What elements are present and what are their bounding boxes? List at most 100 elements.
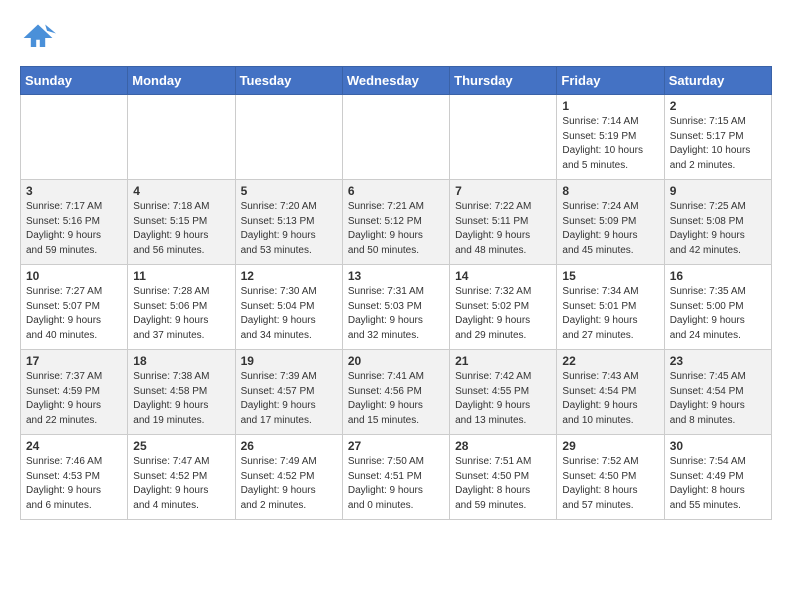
calendar-cell: 4 Sunrise: 7:18 AM Sunset: 5:15 PM Daylig… xyxy=(128,180,235,265)
day-info: Sunrise: 7:21 AM Sunset: 5:12 PM Dayligh… xyxy=(348,200,444,258)
day-info: Sunrise: 7:42 AM Sunset: 4:55 PM Dayligh… xyxy=(455,370,551,428)
day-info: Sunrise: 7:24 AM Sunset: 5:09 PM Dayligh… xyxy=(562,200,658,258)
day-number: 15 xyxy=(562,269,658,283)
day-number: 2 xyxy=(670,99,766,113)
calendar-cell: 9 Sunrise: 7:25 AM Sunset: 5:08 PM Daylig… xyxy=(664,180,771,265)
calendar-cell: 1 Sunrise: 7:14 AM Sunset: 5:19 PM Daylig… xyxy=(557,95,664,180)
day-number: 27 xyxy=(348,439,444,453)
day-info: Sunrise: 7:25 AM Sunset: 5:08 PM Dayligh… xyxy=(670,200,766,258)
calendar-cell: 24 Sunrise: 7:46 AM Sunset: 4:53 PM Dayli… xyxy=(21,435,128,520)
day-number: 14 xyxy=(455,269,551,283)
day-info: Sunrise: 7:38 AM Sunset: 4:58 PM Dayligh… xyxy=(133,370,229,428)
day-info: Sunrise: 7:27 AM Sunset: 5:07 PM Dayligh… xyxy=(26,285,122,343)
day-info: Sunrise: 7:37 AM Sunset: 4:59 PM Dayligh… xyxy=(26,370,122,428)
col-header-wednesday: Wednesday xyxy=(342,67,449,95)
calendar-cell: 27 Sunrise: 7:50 AM Sunset: 4:51 PM Dayli… xyxy=(342,435,449,520)
calendar-cell xyxy=(128,95,235,180)
col-header-monday: Monday xyxy=(128,67,235,95)
logo xyxy=(20,20,62,56)
day-number: 21 xyxy=(455,354,551,368)
day-info: Sunrise: 7:35 AM Sunset: 5:00 PM Dayligh… xyxy=(670,285,766,343)
col-header-saturday: Saturday xyxy=(664,67,771,95)
day-number: 10 xyxy=(26,269,122,283)
day-info: Sunrise: 7:17 AM Sunset: 5:16 PM Dayligh… xyxy=(26,200,122,258)
calendar-cell: 15 Sunrise: 7:34 AM Sunset: 5:01 PM Dayli… xyxy=(557,265,664,350)
calendar-cell: 16 Sunrise: 7:35 AM Sunset: 5:00 PM Dayli… xyxy=(664,265,771,350)
calendar-cell: 29 Sunrise: 7:52 AM Sunset: 4:50 PM Dayli… xyxy=(557,435,664,520)
calendar-table: SundayMondayTuesdayWednesdayThursdayFrid… xyxy=(20,66,772,520)
day-info: Sunrise: 7:18 AM Sunset: 5:15 PM Dayligh… xyxy=(133,200,229,258)
day-info: Sunrise: 7:32 AM Sunset: 5:02 PM Dayligh… xyxy=(455,285,551,343)
day-info: Sunrise: 7:20 AM Sunset: 5:13 PM Dayligh… xyxy=(241,200,337,258)
day-number: 4 xyxy=(133,184,229,198)
col-header-friday: Friday xyxy=(557,67,664,95)
day-info: Sunrise: 7:30 AM Sunset: 5:04 PM Dayligh… xyxy=(241,285,337,343)
day-number: 29 xyxy=(562,439,658,453)
day-number: 3 xyxy=(26,184,122,198)
day-info: Sunrise: 7:43 AM Sunset: 4:54 PM Dayligh… xyxy=(562,370,658,428)
logo-icon xyxy=(20,20,56,56)
day-info: Sunrise: 7:41 AM Sunset: 4:56 PM Dayligh… xyxy=(348,370,444,428)
calendar-cell: 10 Sunrise: 7:27 AM Sunset: 5:07 PM Dayli… xyxy=(21,265,128,350)
day-number: 25 xyxy=(133,439,229,453)
calendar-cell: 21 Sunrise: 7:42 AM Sunset: 4:55 PM Dayli… xyxy=(450,350,557,435)
day-info: Sunrise: 7:39 AM Sunset: 4:57 PM Dayligh… xyxy=(241,370,337,428)
calendar-cell: 19 Sunrise: 7:39 AM Sunset: 4:57 PM Dayli… xyxy=(235,350,342,435)
day-number: 30 xyxy=(670,439,766,453)
calendar-cell: 13 Sunrise: 7:31 AM Sunset: 5:03 PM Dayli… xyxy=(342,265,449,350)
calendar-cell: 12 Sunrise: 7:30 AM Sunset: 5:04 PM Dayli… xyxy=(235,265,342,350)
day-number: 11 xyxy=(133,269,229,283)
day-number: 7 xyxy=(455,184,551,198)
calendar-cell: 30 Sunrise: 7:54 AM Sunset: 4:49 PM Dayli… xyxy=(664,435,771,520)
day-info: Sunrise: 7:45 AM Sunset: 4:54 PM Dayligh… xyxy=(670,370,766,428)
day-info: Sunrise: 7:52 AM Sunset: 4:50 PM Dayligh… xyxy=(562,455,658,513)
calendar-cell: 3 Sunrise: 7:17 AM Sunset: 5:16 PM Daylig… xyxy=(21,180,128,265)
calendar-cell: 20Sunrise: 7:41 AM Sunset: 4:56 PM Dayli… xyxy=(342,350,449,435)
col-header-thursday: Thursday xyxy=(450,67,557,95)
col-header-sunday: Sunday xyxy=(21,67,128,95)
day-info: Sunrise: 7:34 AM Sunset: 5:01 PM Dayligh… xyxy=(562,285,658,343)
day-info: Sunrise: 7:28 AM Sunset: 5:06 PM Dayligh… xyxy=(133,285,229,343)
calendar-cell: 14 Sunrise: 7:32 AM Sunset: 5:02 PM Dayli… xyxy=(450,265,557,350)
day-info: Sunrise: 7:22 AM Sunset: 5:11 PM Dayligh… xyxy=(455,200,551,258)
col-header-tuesday: Tuesday xyxy=(235,67,342,95)
day-number: 19 xyxy=(241,354,337,368)
calendar-cell: 8Sunrise: 7:24 AM Sunset: 5:09 PM Daylig… xyxy=(557,180,664,265)
day-number: 17 xyxy=(26,354,122,368)
day-info: Sunrise: 7:51 AM Sunset: 4:50 PM Dayligh… xyxy=(455,455,551,513)
day-info: Sunrise: 7:50 AM Sunset: 4:51 PM Dayligh… xyxy=(348,455,444,513)
day-info: Sunrise: 7:14 AM Sunset: 5:19 PM Dayligh… xyxy=(562,115,658,173)
day-info: Sunrise: 7:31 AM Sunset: 5:03 PM Dayligh… xyxy=(348,285,444,343)
calendar-cell: 11 Sunrise: 7:28 AM Sunset: 5:06 PM Dayli… xyxy=(128,265,235,350)
calendar-cell xyxy=(235,95,342,180)
calendar-cell: 26 Sunrise: 7:49 AM Sunset: 4:52 PM Dayli… xyxy=(235,435,342,520)
day-number: 16 xyxy=(670,269,766,283)
calendar-cell: 6 Sunrise: 7:21 AM Sunset: 5:12 PM Daylig… xyxy=(342,180,449,265)
day-number: 9 xyxy=(670,184,766,198)
day-number: 5 xyxy=(241,184,337,198)
calendar-cell: 5 Sunrise: 7:20 AM Sunset: 5:13 PM Daylig… xyxy=(235,180,342,265)
day-number: 18 xyxy=(133,354,229,368)
day-info: Sunrise: 7:54 AM Sunset: 4:49 PM Dayligh… xyxy=(670,455,766,513)
calendar-cell: 25 Sunrise: 7:47 AM Sunset: 4:52 PM Dayli… xyxy=(128,435,235,520)
day-info: Sunrise: 7:46 AM Sunset: 4:53 PM Dayligh… xyxy=(26,455,122,513)
calendar-cell: 17 Sunrise: 7:37 AM Sunset: 4:59 PM Dayli… xyxy=(21,350,128,435)
day-number: 12 xyxy=(241,269,337,283)
calendar-cell xyxy=(450,95,557,180)
day-number: 13 xyxy=(348,269,444,283)
day-number: 26 xyxy=(241,439,337,453)
day-number: 23 xyxy=(670,354,766,368)
day-info: Sunrise: 7:47 AM Sunset: 4:52 PM Dayligh… xyxy=(133,455,229,513)
day-number: 1 xyxy=(562,99,658,113)
day-info: Sunrise: 7:49 AM Sunset: 4:52 PM Dayligh… xyxy=(241,455,337,513)
day-number: 6 xyxy=(348,184,444,198)
day-number: 24 xyxy=(26,439,122,453)
calendar-cell xyxy=(21,95,128,180)
day-info: Sunrise: 7:15 AM Sunset: 5:17 PM Dayligh… xyxy=(670,115,766,173)
calendar-cell: 22 Sunrise: 7:43 AM Sunset: 4:54 PM Dayli… xyxy=(557,350,664,435)
calendar-cell: 2 Sunrise: 7:15 AM Sunset: 5:17 PM Daylig… xyxy=(664,95,771,180)
page-header xyxy=(20,20,772,56)
calendar-cell: 23 Sunrise: 7:45 AM Sunset: 4:54 PM Dayli… xyxy=(664,350,771,435)
calendar-cell: 7 Sunrise: 7:22 AM Sunset: 5:11 PM Daylig… xyxy=(450,180,557,265)
day-number: 22 xyxy=(562,354,658,368)
